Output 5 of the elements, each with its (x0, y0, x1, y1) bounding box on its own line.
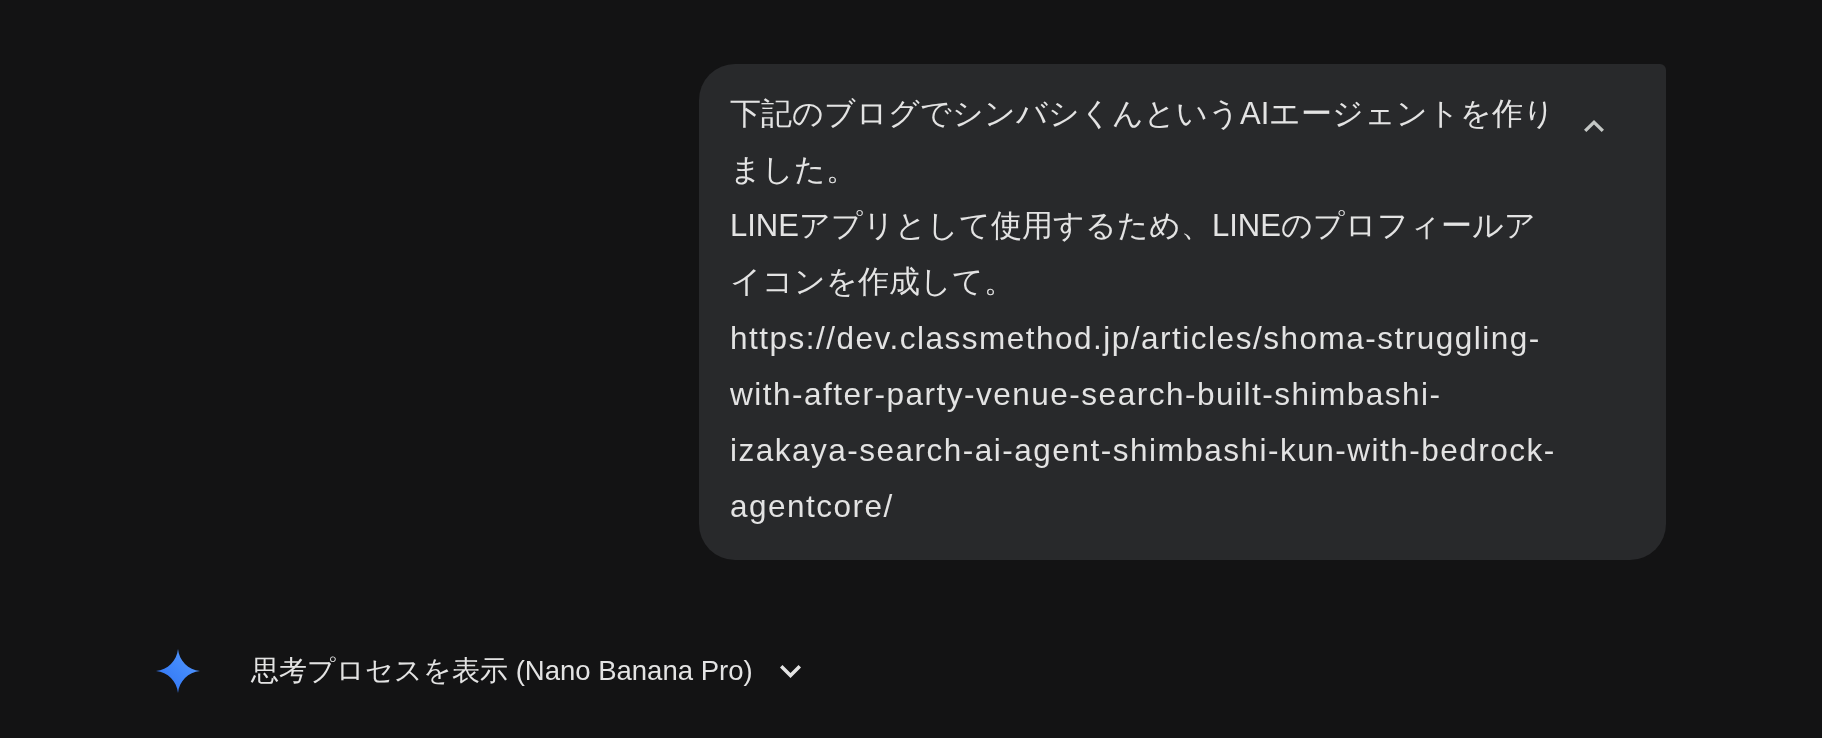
message-text: 下記のブログでシンバシくんというAIエージェントを作りました。 (730, 95, 1557, 189)
message-text: LINEアプリとして使用するため、LINEのプロフィールアイコンを作成して。 (730, 207, 1537, 301)
sparkle-icon (156, 649, 200, 693)
url-text: https://dev.classmethod.jp/articles/shoma-struggling-with-after-party-venue-search-built-shimbashi-izakaya-search-ai-agent-shimbashi-kun-with-bedrock-agentcore/ (730, 319, 1557, 526)
show-thinking-button[interactable]: 思考プロセスを表示 (Nano Banana Pro) (251, 653, 801, 689)
